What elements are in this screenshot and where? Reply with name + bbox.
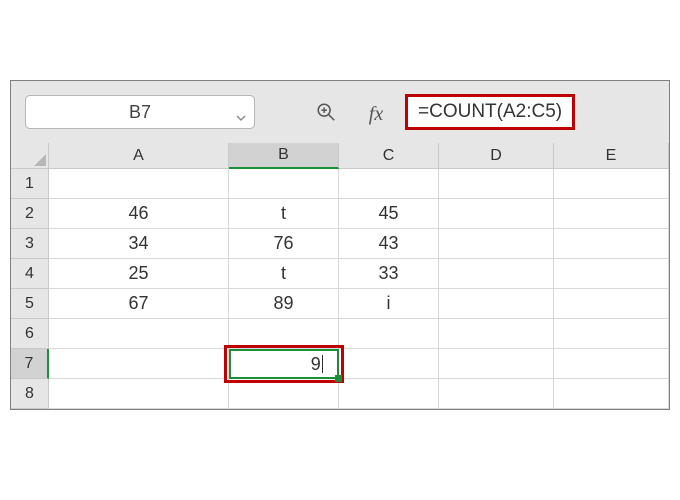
cell-E2[interactable] <box>554 199 669 229</box>
column-header-A[interactable]: A <box>49 143 229 169</box>
column-header-C[interactable]: C <box>339 143 439 169</box>
cell-D3[interactable] <box>439 229 554 259</box>
formula-bar-toolbar: B7 fx =COUNT(A2:C5) <box>11 81 669 143</box>
cell-D4[interactable] <box>439 259 554 289</box>
select-all-corner[interactable] <box>11 143 49 169</box>
name-box[interactable]: B7 <box>25 95 255 129</box>
cell-C2[interactable]: 45 <box>339 199 439 229</box>
cell-D7[interactable] <box>439 349 554 379</box>
cell-A3[interactable]: 34 <box>49 229 229 259</box>
cell-A1[interactable] <box>49 169 229 199</box>
column-headers: ABCDE <box>49 143 669 169</box>
cell-E7[interactable] <box>554 349 669 379</box>
spreadsheet-grid[interactable]: ABCDE 12345678 46t4534764325t336789i9 <box>11 143 669 409</box>
row-header-3[interactable]: 3 <box>11 229 49 259</box>
row-header-2[interactable]: 2 <box>11 199 49 229</box>
dropdown-icon[interactable] <box>236 107 246 117</box>
row-header-7[interactable]: 7 <box>11 349 49 379</box>
cell-A7[interactable] <box>49 349 229 379</box>
active-cell[interactable]: 9 <box>229 349 339 379</box>
cell-C6[interactable] <box>339 319 439 349</box>
cell-C7[interactable] <box>339 349 439 379</box>
cell-B5[interactable]: 89 <box>229 289 339 319</box>
cell-E5[interactable] <box>554 289 669 319</box>
cell-B8[interactable] <box>229 379 339 409</box>
cell-B3[interactable]: 76 <box>229 229 339 259</box>
active-cell-value: 9 <box>311 354 321 375</box>
cell-E3[interactable] <box>554 229 669 259</box>
cell-A4[interactable]: 25 <box>49 259 229 289</box>
text-cursor <box>322 355 323 373</box>
fx-icon[interactable]: fx <box>365 103 387 125</box>
cell-D2[interactable] <box>439 199 554 229</box>
row-header-4[interactable]: 4 <box>11 259 49 289</box>
cell-A6[interactable] <box>49 319 229 349</box>
cell-E6[interactable] <box>554 319 669 349</box>
cell-B1[interactable] <box>229 169 339 199</box>
column-header-D[interactable]: D <box>439 143 554 169</box>
cell-C8[interactable] <box>339 379 439 409</box>
row-header-8[interactable]: 8 <box>11 379 49 409</box>
name-box-value: B7 <box>129 102 151 123</box>
row-header-5[interactable]: 5 <box>11 289 49 319</box>
cell-E8[interactable] <box>554 379 669 409</box>
row-header-6[interactable]: 6 <box>11 319 49 349</box>
column-header-B[interactable]: B <box>229 143 339 169</box>
cell-B2[interactable]: t <box>229 199 339 229</box>
cell-C1[interactable] <box>339 169 439 199</box>
cell-D5[interactable] <box>439 289 554 319</box>
cell-D1[interactable] <box>439 169 554 199</box>
cell-A8[interactable] <box>49 379 229 409</box>
cell-C3[interactable]: 43 <box>339 229 439 259</box>
cell-A2[interactable]: 46 <box>49 199 229 229</box>
cell-B6[interactable] <box>229 319 339 349</box>
row-header-1[interactable]: 1 <box>11 169 49 199</box>
cell-B4[interactable]: t <box>229 259 339 289</box>
cell-C5[interactable]: i <box>339 289 439 319</box>
cell-C4[interactable]: 33 <box>339 259 439 289</box>
formula-bar-value: =COUNT(A2:C5) <box>418 101 562 123</box>
zoom-audit-icon[interactable] <box>315 101 337 123</box>
cell-E1[interactable] <box>554 169 669 199</box>
column-header-E[interactable]: E <box>554 143 669 169</box>
fill-handle[interactable] <box>335 375 342 382</box>
cell-D6[interactable] <box>439 319 554 349</box>
row-headers: 12345678 <box>11 169 49 409</box>
cell-E4[interactable] <box>554 259 669 289</box>
cell-D8[interactable] <box>439 379 554 409</box>
app-window: B7 fx =COUNT(A2:C5) ABCDE 12345678 46t45… <box>10 80 670 410</box>
formula-bar-input[interactable]: =COUNT(A2:C5) <box>405 94 575 130</box>
cell-A5[interactable]: 67 <box>49 289 229 319</box>
cells-area[interactable]: 46t45 347643 25t33 6789i 9 <box>49 169 669 409</box>
